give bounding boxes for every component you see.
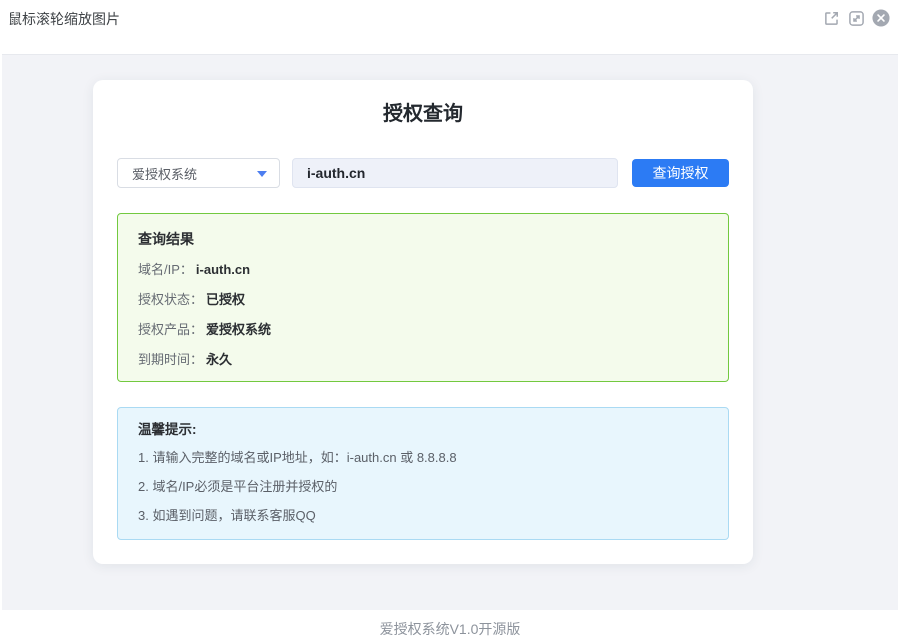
close-icon[interactable] [872, 9, 890, 27]
fullscreen-icon[interactable] [847, 9, 865, 27]
result-value: 已授权 [206, 292, 245, 307]
tip-item-3: 3. 如遇到问题，请联系客服QQ [138, 504, 708, 527]
open-in-new-window-icon[interactable] [822, 9, 840, 27]
query-result-panel: 查询结果 域名/IP：i-auth.cn 授权状态：已授权 授权产品：爱授权系统… [117, 213, 729, 382]
image-viewer-window: 鼠标滚轮缩放图片 [0, 0, 900, 641]
tips-panel: 温馨提示: 1. 请输入完整的域名或IP地址，如：i-auth.cn 或 8.8… [117, 407, 729, 540]
tip-item-2: 2. 域名/IP必须是平台注册并授权的 [138, 475, 708, 498]
viewer-topbar: 鼠标滚轮缩放图片 [0, 0, 900, 54]
product-select[interactable]: 爱授权系统 [117, 158, 280, 188]
result-label: 域名/IP： [138, 262, 193, 277]
result-title: 查询结果 [138, 229, 708, 249]
query-form: 爱授权系统 查询授权 [117, 158, 729, 188]
image-canvas[interactable]: 授权查询 爱授权系统 查询授权 查询结果 域名/IP：i-auth.cn 授权状… [2, 54, 898, 610]
chevron-down-icon [257, 171, 267, 177]
result-row-domain: 域名/IP：i-auth.cn [138, 260, 708, 279]
result-row-product: 授权产品：爱授权系统 [138, 320, 708, 339]
tip-item-1: 1. 请输入完整的域名或IP地址，如：i-auth.cn 或 8.8.8.8 [138, 446, 708, 469]
auth-query-card: 授权查询 爱授权系统 查询授权 查询结果 域名/IP：i-auth.cn 授权状… [93, 80, 753, 564]
result-label: 授权产品： [138, 322, 203, 337]
footer-text: 爱授权系统V1.0开源版 [380, 621, 521, 637]
result-label: 到期时间： [138, 352, 203, 367]
result-value: 永久 [206, 352, 232, 367]
result-row-status: 授权状态：已授权 [138, 290, 708, 309]
result-value: 爱授权系统 [206, 322, 271, 337]
result-row-expiry: 到期时间：永久 [138, 350, 708, 369]
viewer-hint-text: 鼠标滚轮缩放图片 [8, 9, 120, 28]
query-auth-button[interactable]: 查询授权 [632, 159, 729, 187]
viewer-toolbar [822, 9, 892, 27]
tips-title: 温馨提示: [138, 420, 708, 440]
page-title: 授权查询 [117, 100, 729, 128]
footer: 爱授权系统V1.0开源版 [0, 610, 900, 641]
domain-input[interactable] [292, 158, 618, 188]
result-label: 授权状态： [138, 292, 203, 307]
result-value: i-auth.cn [196, 262, 250, 277]
product-select-value: 爱授权系统 [132, 164, 197, 183]
